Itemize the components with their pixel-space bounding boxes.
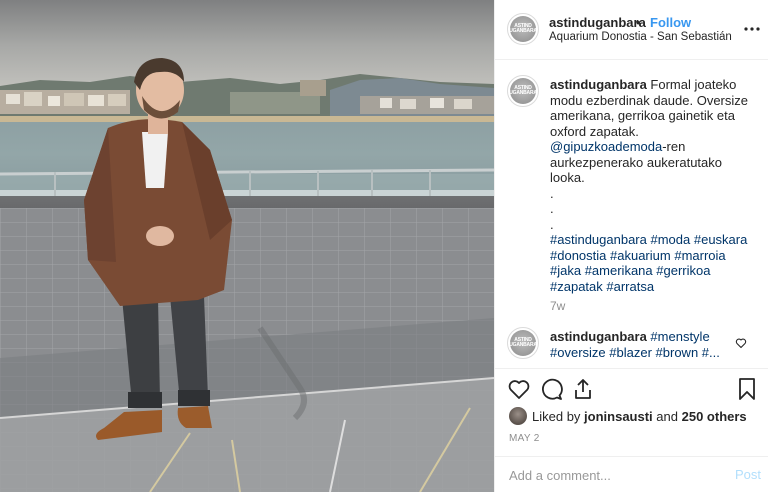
hashtag-link[interactable]: #astinduganbara bbox=[550, 232, 647, 247]
caption-dot: . bbox=[550, 201, 554, 216]
caption-time-ago[interactable]: 7w bbox=[550, 299, 565, 313]
post-caption: astinduganbara Formal joateko modu ezber… bbox=[550, 77, 748, 294]
add-comment-input[interactable] bbox=[509, 465, 709, 485]
likes-and: and bbox=[656, 409, 678, 424]
comment-username[interactable]: astinduganbara bbox=[550, 329, 647, 344]
post-side-panel: ASTIND UGANBARA astinduganbara • Follow … bbox=[494, 0, 768, 492]
comment-item: astinduganbara #menstyle #oversize #blaz… bbox=[550, 329, 730, 360]
hashtag-link[interactable]: #donostia bbox=[550, 248, 606, 263]
likes-summary: Liked by joninsausti and 250 others bbox=[532, 409, 747, 424]
post-photo[interactable] bbox=[0, 0, 494, 492]
follow-button[interactable]: Follow bbox=[650, 15, 691, 30]
liker-username[interactable]: joninsausti bbox=[584, 409, 653, 424]
comments-section[interactable]: ASTIND UGANBARA astinduganbara Formal jo… bbox=[495, 61, 768, 368]
likes-count[interactable]: 250 others bbox=[682, 409, 747, 424]
add-comment-bar: Post bbox=[495, 456, 768, 492]
caption-dot: . bbox=[550, 216, 554, 232]
heart-icon[interactable] bbox=[507, 377, 531, 401]
comment-icon[interactable] bbox=[539, 377, 563, 401]
post-header: ASTIND UGANBARA astinduganbara • Follow … bbox=[495, 0, 768, 60]
header-username[interactable]: astinduganbara bbox=[549, 15, 646, 30]
hashtag-link[interactable]: #menstyle bbox=[650, 329, 709, 344]
caption-mention[interactable]: @gipuzkoademoda bbox=[550, 139, 662, 154]
hashtag-link[interactable]: #euskara bbox=[694, 232, 747, 247]
hashtag-link[interactable]: #moda bbox=[650, 232, 690, 247]
post-date[interactable]: MAY 2 bbox=[509, 433, 540, 444]
share-icon[interactable] bbox=[571, 377, 595, 401]
comment-like-icon[interactable] bbox=[735, 337, 747, 349]
hashtag-link[interactable]: #... bbox=[702, 345, 720, 360]
hashtag-link[interactable]: #arratsa bbox=[606, 279, 654, 294]
header-avatar[interactable]: ASTIND UGANBARA bbox=[507, 13, 539, 45]
hashtag-link[interactable]: #zapatak bbox=[550, 279, 603, 294]
liker-avatar[interactable] bbox=[509, 407, 527, 425]
photo-person bbox=[84, 58, 232, 440]
hashtag-link[interactable]: #akuarium bbox=[610, 248, 671, 263]
caption-username[interactable]: astinduganbara bbox=[550, 77, 647, 92]
hashtag-link[interactable]: #marroia bbox=[674, 248, 725, 263]
avatar-logo-text: ASTIND UGANBARA bbox=[509, 337, 537, 348]
bookmark-icon[interactable] bbox=[735, 377, 759, 401]
hashtag-link[interactable]: #jaka bbox=[550, 263, 581, 278]
hashtag-link[interactable]: #oversize bbox=[550, 345, 606, 360]
header-separator: • bbox=[636, 15, 641, 30]
instagram-post: ASTIND UGANBARA astinduganbara • Follow … bbox=[0, 0, 768, 492]
likes-prefix: Liked by bbox=[532, 409, 581, 424]
hashtag-link[interactable]: #blazer bbox=[609, 345, 652, 360]
header-location[interactable]: Aquarium Donostia - San Sebastián bbox=[549, 31, 732, 43]
avatar-logo-text: ASTIND UGANBARA bbox=[509, 85, 537, 96]
hashtag-link[interactable]: #gerrikoa bbox=[656, 263, 710, 278]
caption-avatar[interactable]: ASTIND UGANBARA bbox=[507, 75, 539, 107]
more-icon[interactable] bbox=[743, 20, 761, 38]
avatar-logo-text: ASTIND UGANBARA bbox=[509, 23, 537, 34]
post-actions: Liked by joninsausti and 250 others MAY … bbox=[495, 368, 768, 456]
comment-avatar[interactable]: ASTIND UGANBARA bbox=[507, 327, 539, 359]
hashtag-link[interactable]: #amerikana bbox=[585, 263, 653, 278]
caption-dot: . bbox=[550, 185, 554, 201]
hashtag-link[interactable]: #brown bbox=[656, 345, 699, 360]
post-comment-button[interactable]: Post bbox=[735, 467, 761, 482]
